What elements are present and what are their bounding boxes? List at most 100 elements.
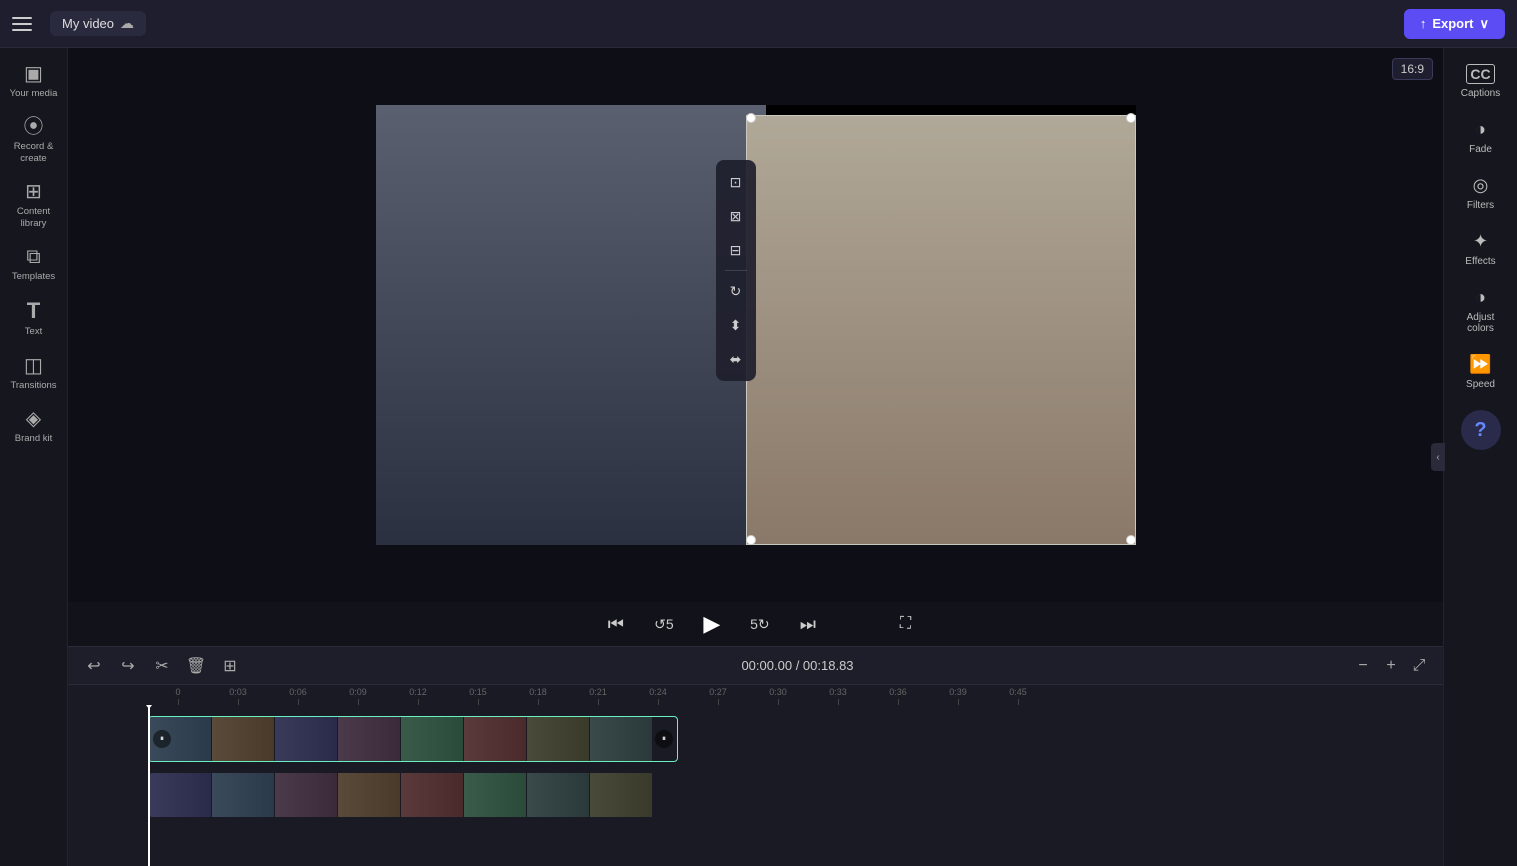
clip-2-thumb-5	[401, 773, 463, 817]
project-title-tab[interactable]: My video ☁	[50, 11, 146, 36]
more-options-button[interactable]: ⊞	[216, 652, 244, 680]
preview-canvas[interactable]: ⊡ ⊠ ⊟ ↻ ⬍ ⬌	[376, 105, 1136, 545]
crop-button[interactable]: ⊠	[720, 200, 752, 232]
clip-end-button[interactable]: ⏸	[655, 730, 673, 748]
redo-button[interactable]: ↪	[114, 652, 142, 680]
playhead[interactable]	[148, 705, 150, 866]
sidebar-item-filters[interactable]: ◎ Filters	[1449, 167, 1513, 219]
flip-vertical-button[interactable]: ⬍	[720, 309, 752, 341]
delete-button[interactable]: 🗑	[182, 652, 210, 680]
sidebar-item-record-create[interactable]: ⦿ Record & create	[4, 109, 64, 172]
sidebar-item-content-library[interactable]: ⊞ Content library	[4, 174, 64, 237]
captions-label: Captions	[1461, 88, 1500, 99]
ruler-mark-3: 0:03	[208, 687, 268, 705]
sidebar-label-templates: Templates	[12, 271, 55, 282]
resize-handle-top-right[interactable]	[1126, 113, 1136, 123]
video-clip-right[interactable]	[746, 115, 1136, 545]
fullscreen-icon: ⛶	[900, 615, 911, 632]
ruler-mark-9: 0:09	[328, 687, 388, 705]
ruler-mark-27: 0:27	[688, 687, 748, 705]
track-1-clip[interactable]: ⏸ ⏸	[148, 716, 678, 762]
undo-button[interactable]: ↩	[80, 652, 108, 680]
track-2-clip[interactable]	[148, 772, 678, 818]
export-button[interactable]: ↑ Export ∨	[1404, 9, 1505, 39]
collapse-sidebar-button[interactable]: ‹	[1431, 443, 1445, 471]
content-library-icon: ⊞	[25, 182, 42, 202]
right-sidebar: ‹ CC Captions ◑ Fade ◎ Filters ✦ Effects…	[1443, 48, 1517, 866]
sidebar-label-record-create: Record & create	[8, 141, 60, 164]
your-media-icon: ▣	[24, 64, 43, 84]
sidebar-item-effects[interactable]: ✦ Effects	[1449, 223, 1513, 275]
sidebar-item-your-media[interactable]: ▣ Your media	[4, 56, 64, 107]
text-icon: T	[27, 300, 40, 322]
zoom-in-button[interactable]: +	[1379, 654, 1403, 678]
flip-horizontal-button[interactable]: ⬌	[720, 343, 752, 375]
left-sidebar: ▣ Your media ⦿ Record & create ⊞ Content…	[0, 48, 68, 866]
ruler-mark-45: 0:45	[988, 687, 1048, 705]
sidebar-item-brand-kit[interactable]: ◈ Brand kit	[4, 401, 64, 452]
video-preview: ⊡ ⊠ ⊟ ↻ ⬍ ⬌ 16:9	[68, 48, 1443, 602]
clip-thumb-6	[464, 717, 526, 761]
clip-pause-button[interactable]: ⏸	[153, 730, 171, 748]
rewind-icon: ↺5	[654, 616, 674, 633]
sidebar-label-your-media: Your media	[10, 88, 58, 99]
sidebar-item-speed[interactable]: ⏩ Speed	[1449, 346, 1513, 398]
clip-2-thumbnails	[149, 773, 652, 817]
export-label: Export	[1432, 16, 1473, 31]
sidebar-item-transitions[interactable]: ◫ Transitions	[4, 348, 64, 399]
sidebar-item-fade[interactable]: ◑ Fade	[1449, 111, 1513, 163]
forward-5s-button[interactable]: 5↻	[744, 608, 776, 640]
expand-timeline-button[interactable]: ⤢	[1407, 654, 1431, 678]
clip-thumb-4	[338, 717, 400, 761]
resize-handle-bottom-right[interactable]	[1126, 535, 1136, 545]
sidebar-item-captions[interactable]: CC Captions	[1449, 56, 1513, 107]
skip-to-end-button[interactable]: ⏭	[792, 608, 824, 640]
clip-2-thumb-4	[338, 773, 400, 817]
aspect-ratio-badge[interactable]: 16:9	[1392, 58, 1433, 80]
rotate-button[interactable]: ↻	[720, 275, 752, 307]
resize-handle-bottom-left[interactable]	[746, 535, 756, 545]
timeline-ruler: 0 0:03 0:06 0:09 0:12 0:15 0:18 0:21 0:2…	[68, 685, 1443, 705]
play-button[interactable]: ▶	[696, 608, 728, 640]
ruler-mark-15: 0:15	[448, 687, 508, 705]
resize-handle-top-left[interactable]	[746, 113, 756, 123]
speed-icon: ⏩	[1469, 354, 1491, 375]
forward-icon: 5↻	[750, 616, 770, 633]
menu-button[interactable]	[12, 10, 40, 38]
record-create-icon: ⦿	[24, 117, 44, 137]
fullscreen-button[interactable]: ⛶	[900, 615, 911, 633]
ruler-mark-18: 0:18	[508, 687, 568, 705]
track-2-label	[68, 769, 146, 821]
skip-to-start-button[interactable]: ⏮	[600, 608, 632, 640]
effects-icon: ✦	[1473, 231, 1488, 252]
help-button[interactable]: ?	[1461, 410, 1501, 450]
track-2	[68, 769, 1443, 821]
cut-button[interactable]: ✂	[148, 652, 176, 680]
skip-back-icon: ⏮	[608, 614, 624, 635]
rewind-5s-button[interactable]: ↺5	[648, 608, 680, 640]
ruler-marks-container: 0 0:03 0:06 0:09 0:12 0:15 0:18 0:21 0:2…	[148, 687, 1048, 705]
aspect-ratio-value: 16:9	[1401, 62, 1424, 76]
more-icon: ⊞	[223, 656, 236, 676]
cut-icon: ✂	[155, 656, 168, 676]
export-arrow-icon: ↑	[1420, 16, 1427, 31]
sidebar-item-templates[interactable]: ⧉ Templates	[4, 239, 64, 290]
timeline-tracks: ⏸ ⏸	[68, 705, 1443, 866]
preview-toolbar: ⊡ ⊠ ⊟ ↻ ⬍ ⬌	[716, 160, 756, 381]
undo-icon: ↩	[87, 656, 100, 676]
sidebar-item-adjust-colors[interactable]: ◑ Adjust colors	[1449, 279, 1513, 342]
resize-button[interactable]: ⊟	[720, 234, 752, 266]
center-area: ⊡ ⊠ ⊟ ↻ ⬍ ⬌ 16:9 ⏮ ↺5	[68, 48, 1443, 866]
sidebar-item-text[interactable]: T Text	[4, 292, 64, 345]
zoom-out-button[interactable]: −	[1351, 654, 1375, 678]
transitions-icon: ◫	[24, 356, 43, 376]
fit-to-frame-button[interactable]: ⊡	[720, 166, 752, 198]
sidebar-label-brand-kit: Brand kit	[15, 433, 53, 444]
zoom-controls: − + ⤢	[1351, 654, 1431, 678]
topbar: My video ☁ ↑ Export ∨	[0, 0, 1517, 48]
clip-2-thumb-3	[275, 773, 337, 817]
adjust-colors-label: Adjust colors	[1453, 312, 1509, 334]
current-time: 00:00.00	[741, 658, 792, 673]
play-icon: ▶	[703, 611, 720, 637]
clip-thumb-5	[401, 717, 463, 761]
